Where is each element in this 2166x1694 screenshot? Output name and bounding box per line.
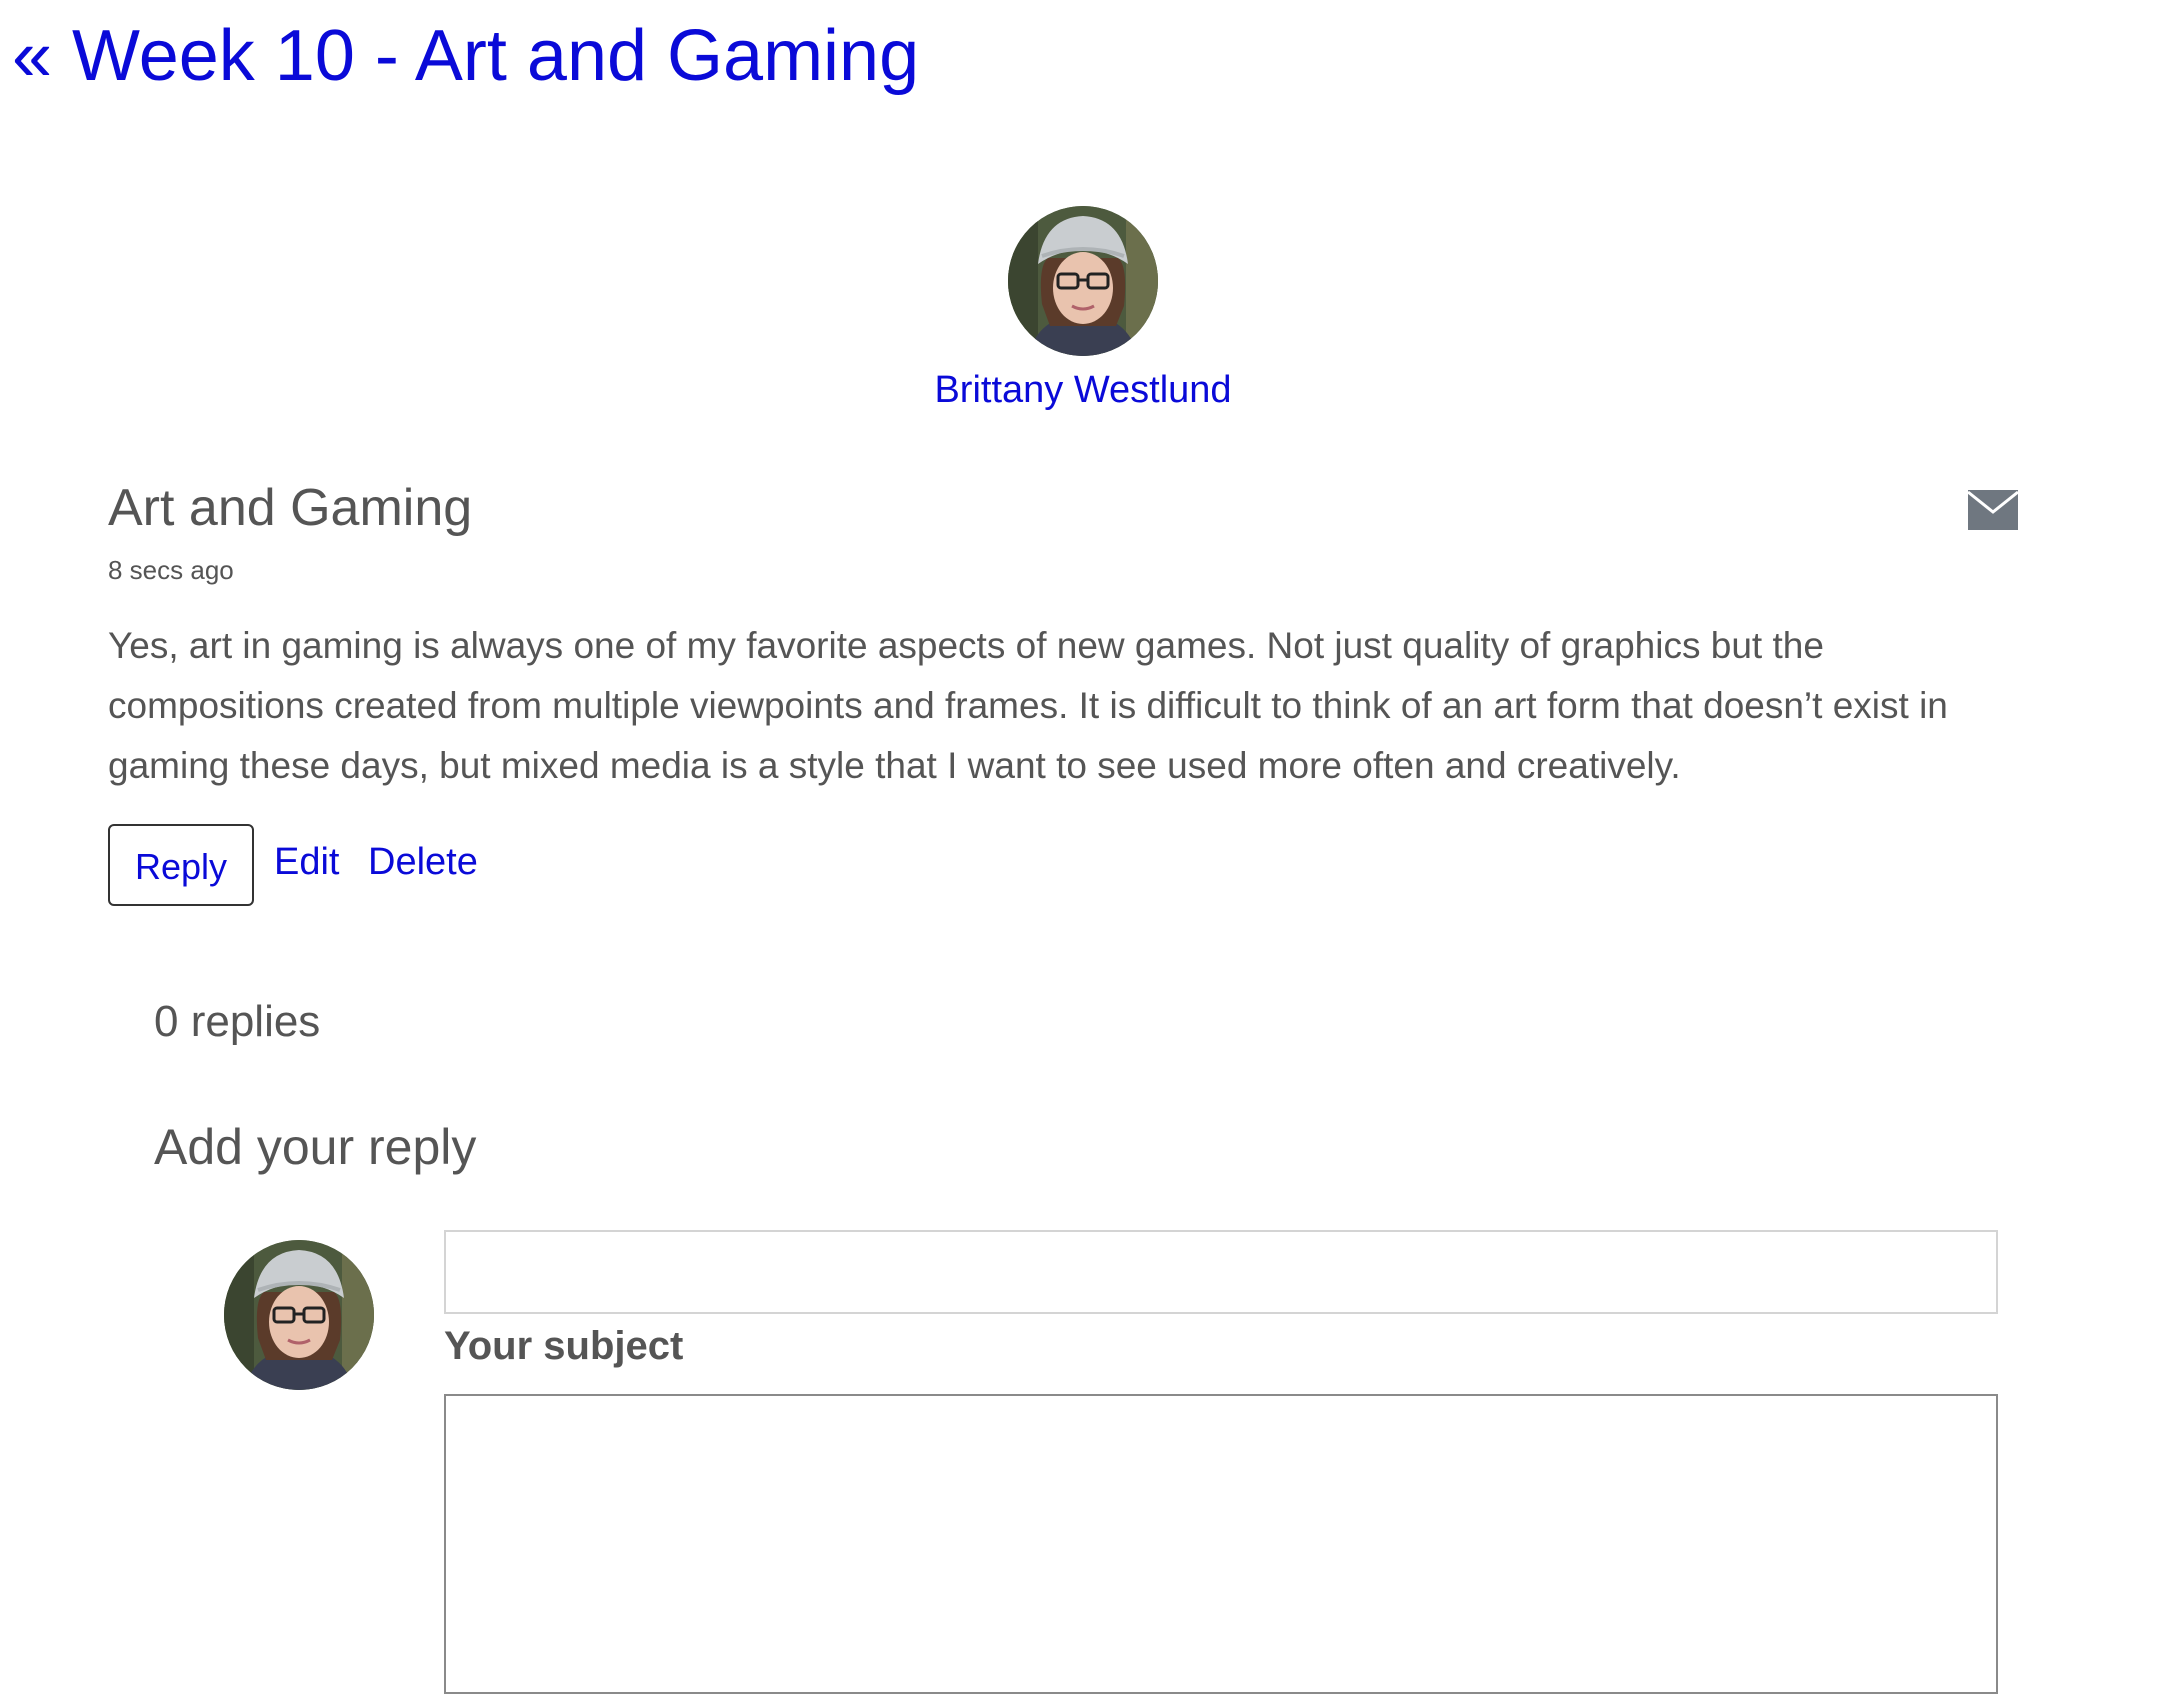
post-actions: Reply Edit Delete bbox=[108, 824, 2018, 908]
avatar-photo-icon bbox=[1008, 206, 1158, 356]
post-timestamp: 8 secs ago bbox=[108, 555, 234, 585]
subject-label: Your subject bbox=[444, 1324, 684, 1368]
post-author: Brittany Westlund bbox=[0, 206, 2166, 417]
author-avatar[interactable] bbox=[1008, 206, 1158, 356]
replies-count: 0 replies bbox=[154, 997, 321, 1046]
avatar-photo-icon bbox=[224, 1240, 374, 1390]
reply-body-textarea[interactable] bbox=[444, 1394, 1998, 1694]
add-reply-heading: Add your reply bbox=[154, 1119, 477, 1175]
current-user-avatar bbox=[224, 1240, 374, 1390]
envelope-icon[interactable] bbox=[1968, 490, 2018, 530]
subject-input[interactable] bbox=[444, 1230, 1998, 1314]
reply-button[interactable]: Reply bbox=[108, 824, 254, 906]
discussion-post: Art and Gaming 8 secs ago Yes, art in ga… bbox=[108, 470, 2018, 908]
author-name-link[interactable]: Brittany Westlund bbox=[0, 363, 2166, 417]
back-to-week-link[interactable]: « Week 10 - Art and Gaming bbox=[12, 8, 919, 104]
edit-link[interactable]: Edit bbox=[274, 836, 339, 888]
post-title: Art and Gaming bbox=[108, 479, 473, 537]
post-body: Yes, art in gaming is always one of my f… bbox=[108, 625, 1948, 786]
delete-link[interactable]: Delete bbox=[368, 836, 478, 888]
